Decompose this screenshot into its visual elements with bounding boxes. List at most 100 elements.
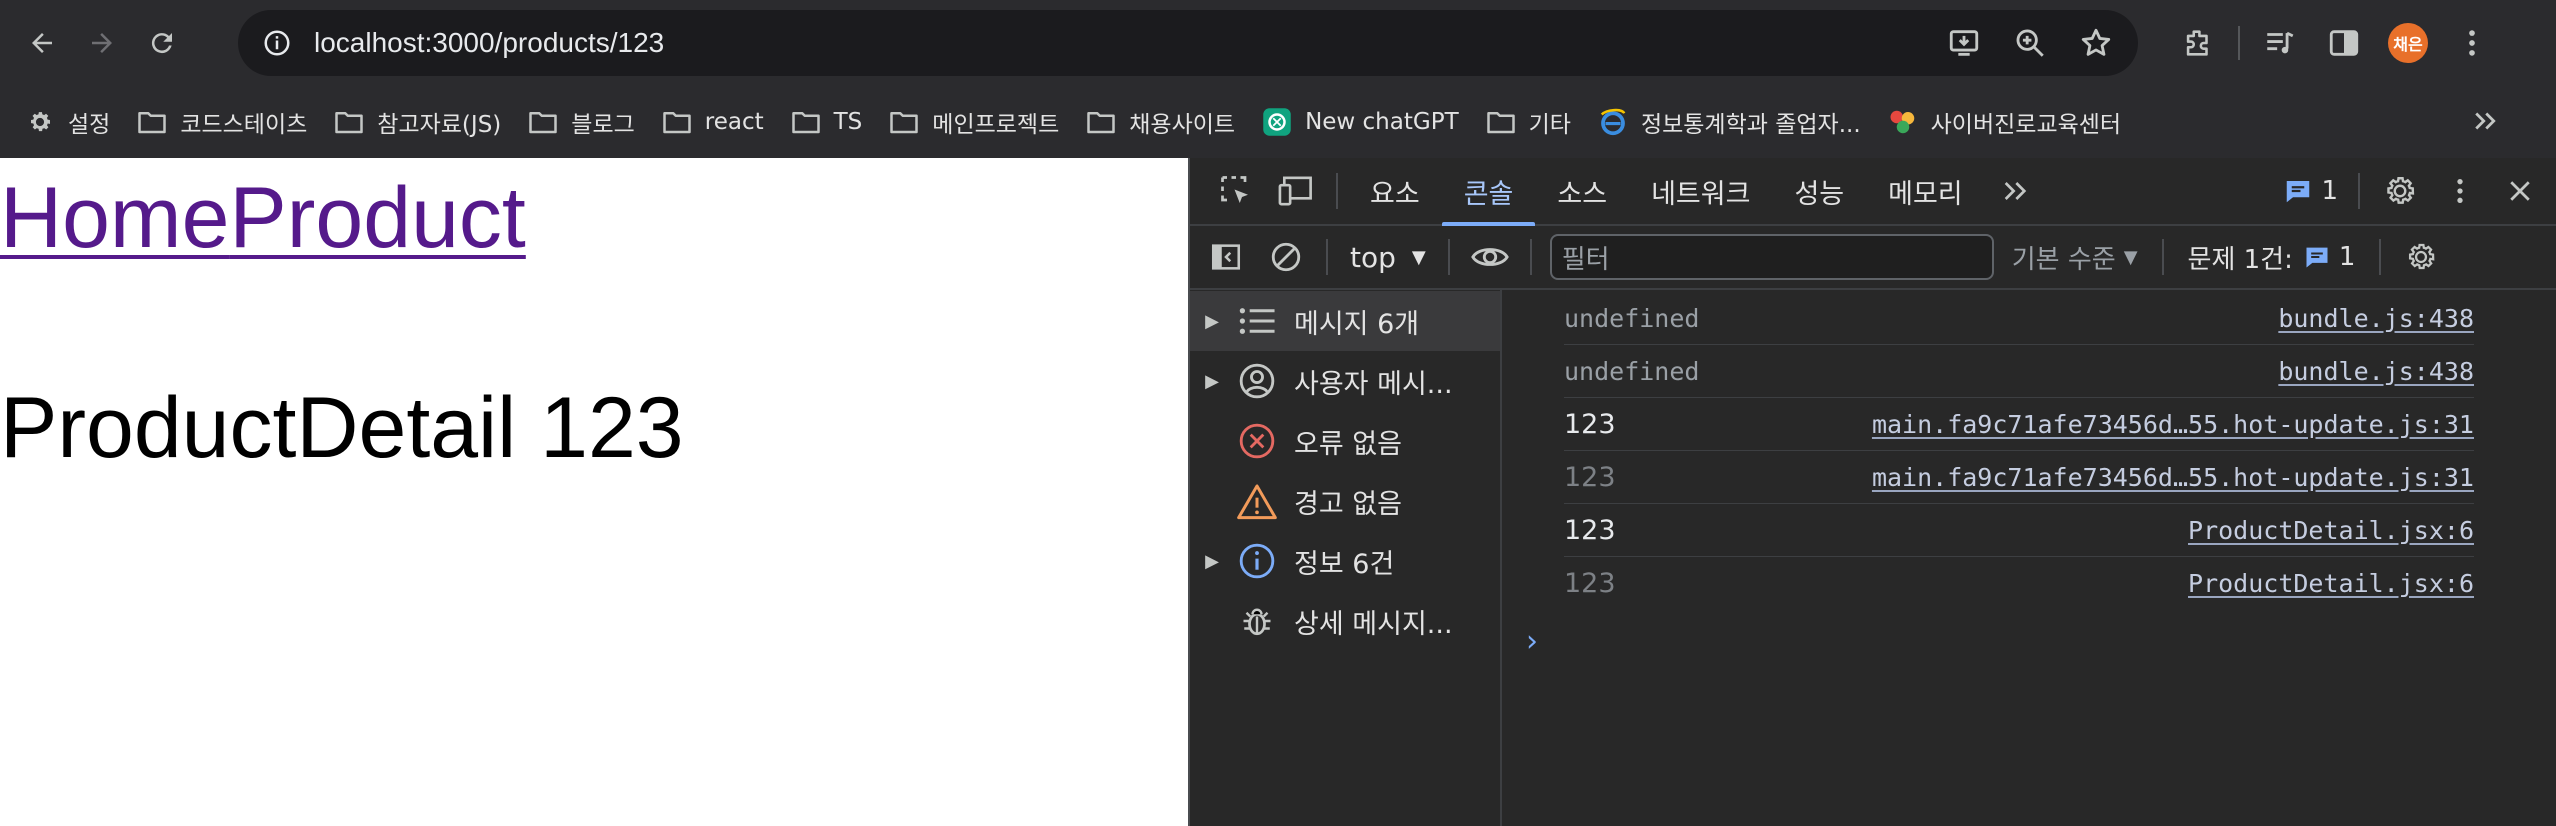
console-message-text: 123 [1564, 568, 1616, 599]
console-filter-input[interactable]: 필터 [1549, 234, 1994, 280]
expand-arrow-icon[interactable]: ▶ [1190, 551, 1234, 572]
devtools-close-button[interactable] [2490, 161, 2550, 221]
issues-count-button[interactable]: 문제 1건: 1 [2188, 239, 2356, 276]
bookmark-folder[interactable]: TS [786, 97, 879, 147]
filter-separator [2161, 239, 2164, 275]
sidebar-item-label: 상세 메시지... [1294, 608, 1453, 640]
ie-icon [1597, 106, 1629, 138]
back-button[interactable] [12, 13, 72, 73]
tab-sources[interactable]: 소스 [1535, 158, 1629, 224]
install-app-icon[interactable] [1946, 25, 1982, 61]
more-bookmarks-button[interactable] [2460, 96, 2510, 146]
site-info-icon[interactable] [260, 26, 294, 60]
console-source-link[interactable]: bundle.js:438 [2278, 304, 2474, 333]
console-source-link[interactable]: ProductDetail.jsx:6 [2188, 516, 2474, 545]
console-source-link[interactable]: main.fa9c71afe73456d…55.hot-update.js:31 [1872, 410, 2474, 439]
url-text[interactable]: localhost:3000/products/123 [314, 27, 664, 59]
avatar: 채은 [2388, 23, 2428, 63]
context-label: top [1350, 240, 1396, 274]
info-icon [1234, 538, 1280, 584]
live-expression-button[interactable] [1460, 227, 1520, 287]
zoom-icon[interactable] [2012, 25, 2048, 61]
address-bar[interactable]: localhost:3000/products/123 [238, 10, 2138, 76]
tab-elements[interactable]: 요소 [1348, 158, 1442, 224]
profile-button[interactable]: 채은 [2376, 11, 2440, 75]
folder-icon [790, 106, 822, 138]
issues-badge-button[interactable]: 1 [2283, 176, 2338, 206]
site-icon [1887, 106, 1919, 138]
chevron-double-right-icon [2475, 112, 2496, 130]
sidebar-item-messages[interactable]: ▶ 메시지 6개 [1190, 291, 1500, 351]
console-sidebar: ▶ 메시지 6개 ▶ 사용자 메시... 오류 없음 경고 없음 ▶ 정보 6건 [1190, 290, 1502, 826]
folder-icon [1085, 106, 1117, 138]
devtools-menu-button[interactable] [2430, 161, 2490, 221]
console-settings-button[interactable] [2391, 227, 2451, 287]
sidebar-item-label: 사용자 메시... [1294, 368, 1453, 400]
kebab-menu-icon [2457, 179, 2463, 203]
user-icon [1234, 358, 1280, 404]
devtools-settings-button[interactable] [2370, 161, 2430, 221]
tab-network[interactable]: 네트워크 [1629, 158, 1772, 224]
context-selector[interactable]: top ▼ [1338, 241, 1438, 274]
tab-separator [2358, 173, 2360, 209]
product-detail-text: ProductDetail 123 [0, 380, 684, 476]
media-control-button[interactable] [2248, 11, 2312, 75]
bookmark-star-icon[interactable] [2078, 25, 2114, 61]
issues-label: 문제 1건: [2187, 244, 2293, 275]
console-source-link[interactable]: main.fa9c71afe73456d…55.hot-update.js:31 [1872, 463, 2474, 492]
tab-console[interactable]: 콘솔 [1441, 158, 1536, 226]
home-link[interactable]: Home [0, 170, 229, 266]
folder-icon [136, 106, 168, 138]
music-queue-icon [2267, 31, 2294, 54]
bookmark-label: 기타 [1528, 112, 1571, 138]
bookmark-chatgpt[interactable]: New chatGPT [1257, 97, 1475, 147]
reload-button[interactable] [132, 13, 192, 73]
bookmark-site[interactable]: 정보통계학과 졸업자... [1593, 97, 1877, 147]
sidebar-item-info[interactable]: ▶ 정보 6건 [1190, 531, 1500, 591]
device-toolbar-button[interactable] [1266, 161, 1326, 221]
console-prompt[interactable]: › [1526, 624, 1538, 659]
bookmark-folder[interactable]: 메인프로젝트 [884, 97, 1075, 147]
bookmark-folder[interactable]: 코드스테이츠 [132, 97, 323, 147]
gear-icon [24, 106, 56, 138]
log-levels-dropdown[interactable]: 기본 수준 ▼ [2012, 239, 2138, 276]
sidebar-item-warnings[interactable]: 경고 없음 [1190, 471, 1500, 531]
bookmark-folder[interactable]: 블로그 [523, 97, 650, 147]
chrome-menu-button[interactable] [2440, 11, 2504, 75]
caret-down-icon: ▼ [2123, 246, 2138, 268]
inspect-element-button[interactable] [1206, 161, 1266, 221]
toggle-sidebar-button[interactable] [1196, 227, 1256, 287]
folder-icon [888, 106, 920, 138]
browser-toolbar: localhost:3000/products/123 채은 [0, 0, 2556, 86]
sidebar-item-verbose[interactable]: 상세 메시지... [1190, 591, 1500, 651]
clear-console-button[interactable] [1256, 227, 1316, 287]
more-tabs-button[interactable] [1985, 161, 2045, 221]
block-icon [1271, 242, 1301, 272]
extensions-button[interactable] [2166, 11, 2230, 75]
product-link[interactable]: Product [229, 170, 525, 266]
bookmark-site[interactable]: 사이버진로교육센터 [1883, 97, 2137, 147]
tab-performance[interactable]: 성능 [1772, 158, 1866, 224]
bookmark-folder[interactable]: 참고자료(JS) [329, 97, 517, 147]
kebab-menu-icon [2469, 30, 2475, 56]
message-icon [2306, 247, 2328, 268]
expand-arrow-icon[interactable]: ▶ [1190, 311, 1234, 332]
sidebar-item-label: 메시지 6개 [1294, 308, 1420, 340]
bookmark-settings[interactable]: 설정 [20, 97, 126, 147]
bookmark-folder[interactable]: 기타 [1481, 97, 1587, 147]
console-source-link[interactable]: ProductDetail.jsx:6 [2188, 569, 2474, 598]
sidebar-item-user-messages[interactable]: ▶ 사용자 메시... [1190, 351, 1500, 411]
expand-arrow-icon[interactable]: ▶ [1190, 371, 1234, 392]
sidebar-item-errors[interactable]: 오류 없음 [1190, 411, 1500, 471]
inspect-icon [1221, 176, 1248, 203]
bookmark-label: 코드스테이츠 [180, 112, 308, 138]
arrow-right-icon [92, 33, 112, 53]
devtools-tab-bar: 요소 콘솔 소스 네트워크 성능 메모리 1 [1190, 158, 2556, 226]
forward-button[interactable] [72, 13, 132, 73]
console-output: undefined bundle.js:438 undefined bundle… [1504, 290, 2556, 826]
side-panel-button[interactable] [2312, 11, 2376, 75]
console-source-link[interactable]: bundle.js:438 [2278, 357, 2474, 386]
bookmark-folder[interactable]: 채용사이트 [1081, 97, 1251, 147]
tab-memory[interactable]: 메모리 [1866, 158, 1985, 224]
bookmark-folder[interactable]: react [657, 97, 780, 147]
